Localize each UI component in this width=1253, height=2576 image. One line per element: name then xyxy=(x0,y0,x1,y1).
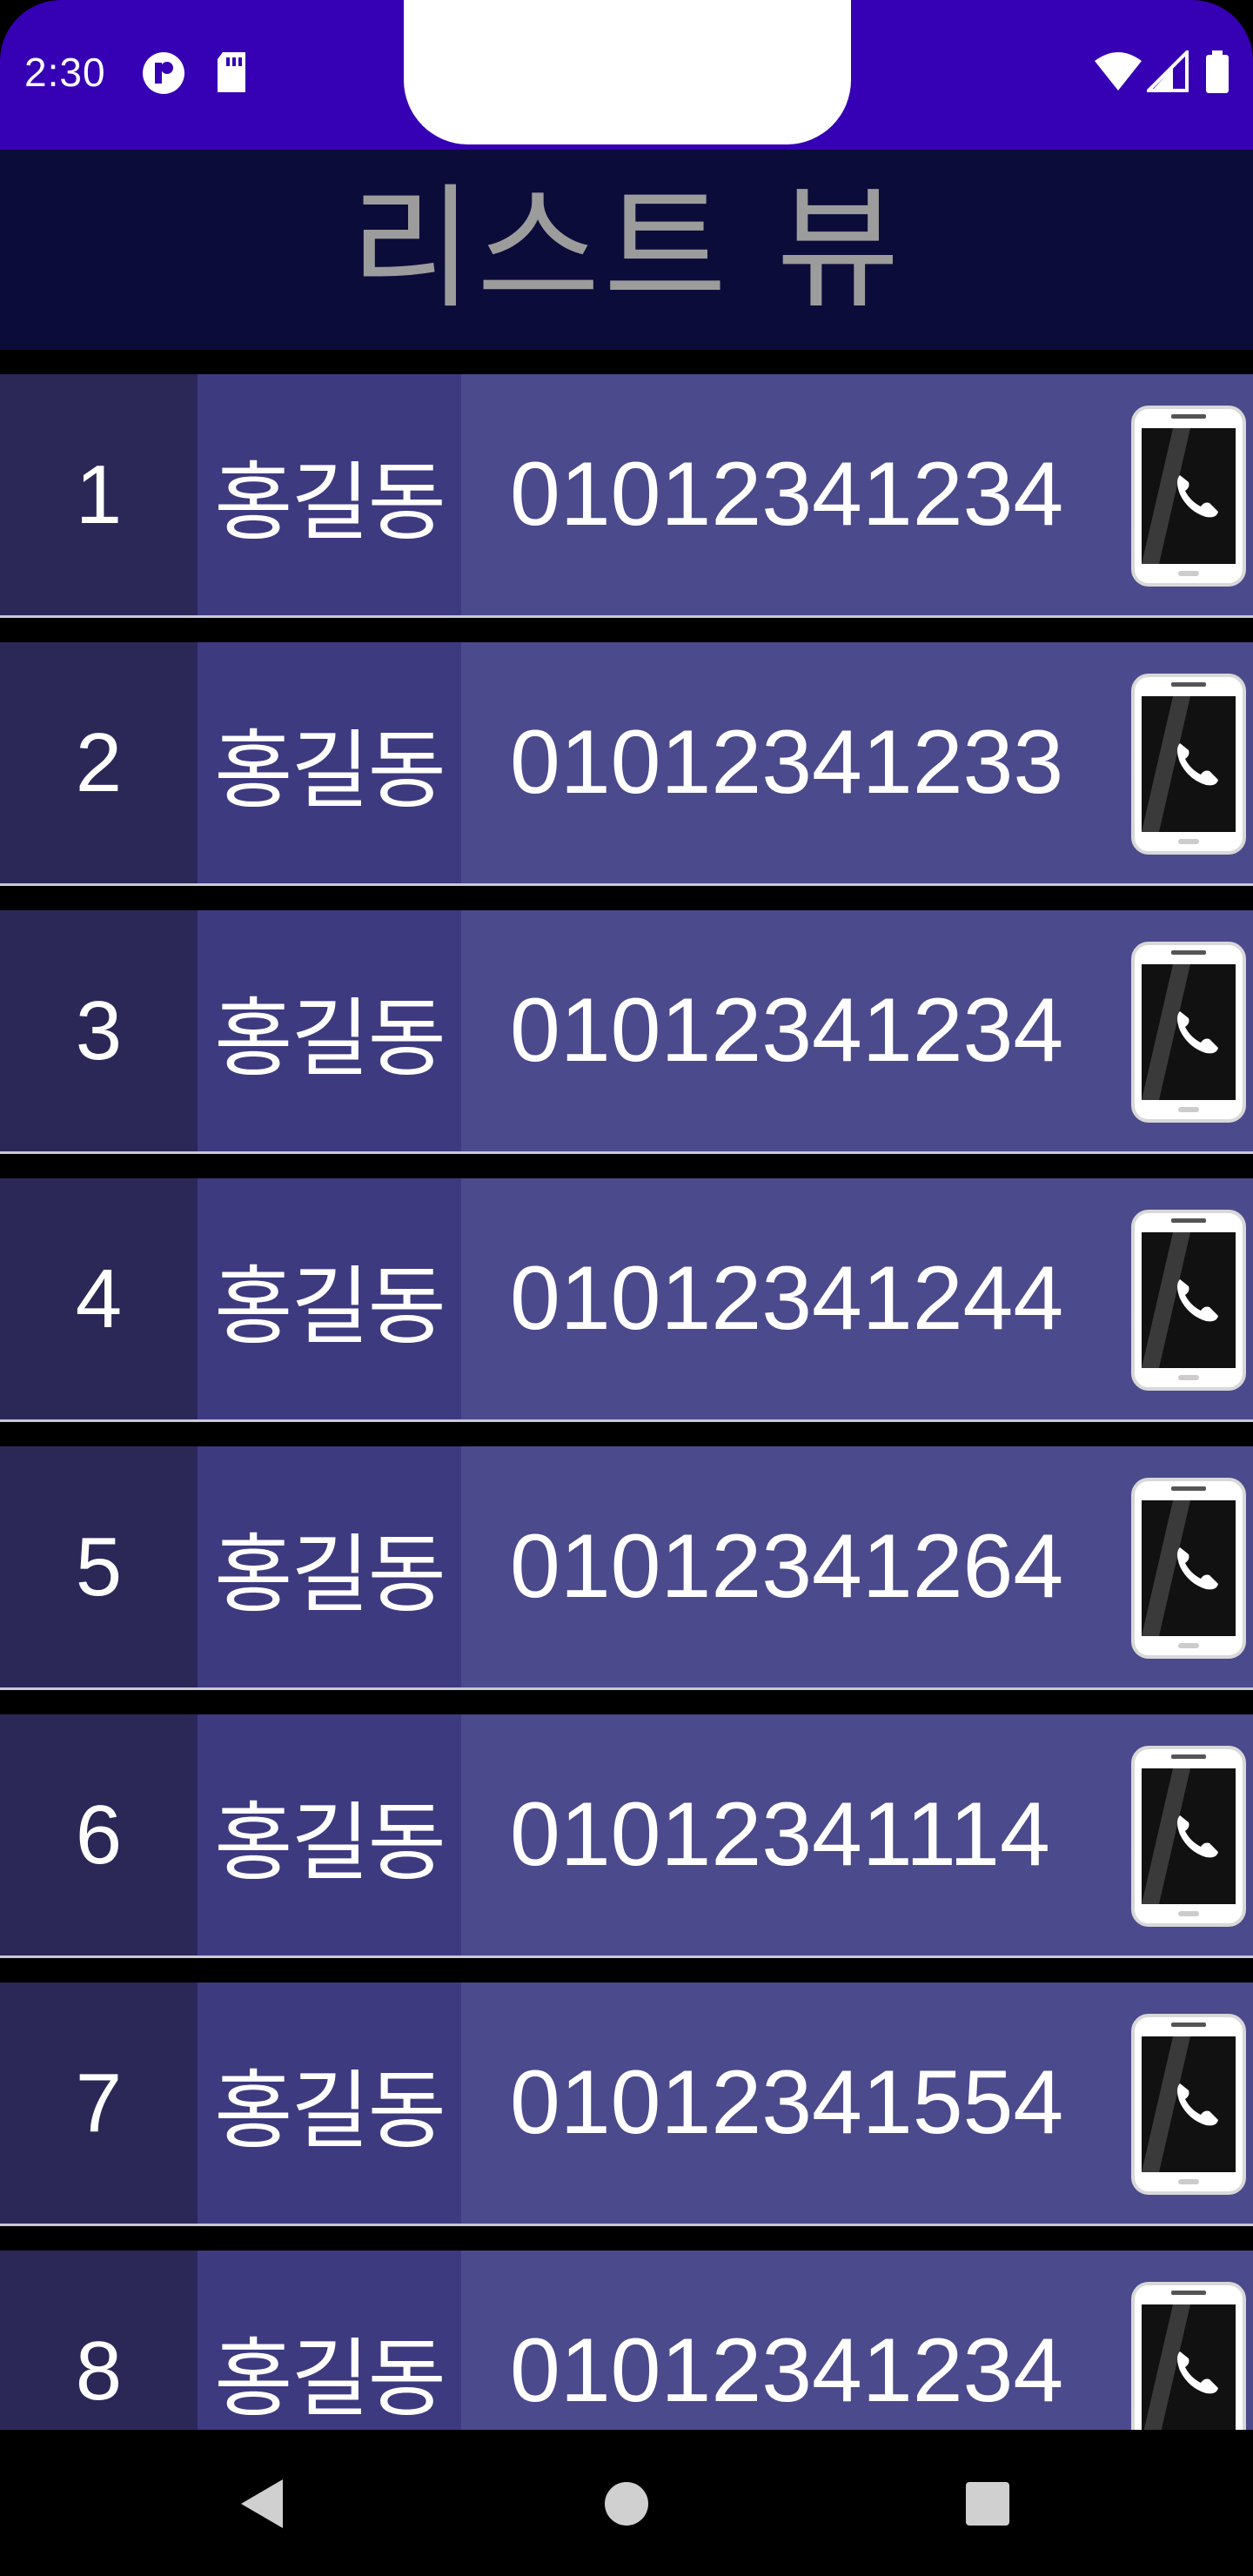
phone-icon[interactable] xyxy=(1129,940,1248,1124)
item-phone: 01012341554 xyxy=(510,2052,1064,2153)
battery-icon xyxy=(1206,50,1229,93)
item-name: 홍길동 xyxy=(198,1714,461,1955)
list-item[interactable]: 7 홍길동 01012341554 xyxy=(0,1982,1253,2226)
item-phone-cell: 01012341554 xyxy=(461,1982,1253,2224)
item-number: 6 xyxy=(0,1714,198,1955)
item-phone: 01012341234 xyxy=(510,980,1064,1081)
phone-icon[interactable] xyxy=(1129,404,1248,588)
recents-icon xyxy=(966,2482,1009,2526)
home-button[interactable] xyxy=(587,2465,666,2543)
list-item[interactable]: 6 홍길동 01012341114 xyxy=(0,1714,1253,1958)
item-number: 2 xyxy=(0,642,198,883)
phone-icon[interactable] xyxy=(1129,2012,1248,2197)
cell-signal-icon xyxy=(1147,50,1189,92)
navigation-bar xyxy=(0,2430,1253,2576)
item-phone-cell: 01012341114 xyxy=(461,1714,1253,1955)
item-name: 홍길동 xyxy=(198,1982,461,2224)
item-name: 홍길동 xyxy=(198,910,461,1151)
list-item[interactable]: 4 홍길동 01012341244 xyxy=(0,1178,1253,1422)
list-item[interactable]: 8 홍길동 01012341234 xyxy=(0,2251,1253,2430)
item-phone: 01012341264 xyxy=(510,1516,1064,1617)
list-item[interactable]: 5 홍길동 01012341264 xyxy=(0,1446,1253,1690)
item-number: 4 xyxy=(0,1178,198,1419)
item-name: 홍길동 xyxy=(198,374,461,615)
list-item[interactable]: 3 홍길동 01012341234 xyxy=(0,910,1253,1154)
item-number: 7 xyxy=(0,1982,198,2224)
item-phone: 01012341233 xyxy=(510,712,1064,813)
item-name: 홍길동 xyxy=(198,2251,461,2430)
item-name: 홍길동 xyxy=(198,642,461,883)
item-number: 5 xyxy=(0,1446,198,1687)
item-phone-cell: 01012341234 xyxy=(461,374,1253,615)
item-phone: 01012341234 xyxy=(510,2320,1064,2421)
item-number: 3 xyxy=(0,910,198,1151)
wifi-icon xyxy=(1095,52,1142,91)
phone-icon[interactable] xyxy=(1129,1476,1248,1660)
item-phone-cell: 01012341234 xyxy=(461,2251,1253,2430)
item-phone: 01012341114 xyxy=(510,1784,1050,1885)
item-phone-cell: 01012341244 xyxy=(461,1178,1253,1419)
item-name: 홍길동 xyxy=(198,1178,461,1419)
back-icon xyxy=(241,2479,283,2528)
item-phone-cell: 01012341233 xyxy=(461,642,1253,883)
item-number: 8 xyxy=(0,2251,198,2430)
page-title: 리스트 뷰 xyxy=(350,171,903,327)
item-name: 홍길동 xyxy=(198,1446,461,1687)
list-item[interactable]: 1 홍길동 01012341234 xyxy=(0,374,1253,618)
phone-icon[interactable] xyxy=(1129,1208,1248,1392)
item-phone-cell: 01012341264 xyxy=(461,1446,1253,1687)
recents-button[interactable] xyxy=(948,2465,1027,2543)
status-bar: 2:30 xyxy=(0,0,1253,150)
phone-icon[interactable] xyxy=(1129,672,1248,856)
status-time: 2:30 xyxy=(24,50,106,95)
phone-icon[interactable] xyxy=(1129,2280,1248,2430)
app-bar: 리스트 뷰 xyxy=(0,150,1253,350)
item-number: 1 xyxy=(0,374,198,615)
item-phone-cell: 01012341234 xyxy=(461,910,1253,1151)
back-button[interactable] xyxy=(223,2465,301,2543)
notification-icon xyxy=(143,52,184,94)
list-item[interactable]: 2 홍길동 01012341233 xyxy=(0,642,1253,886)
contact-list[interactable]: 1 홍길동 01012341234 2 홍길동 01012341233 3 홍길… xyxy=(0,350,1253,2430)
home-icon xyxy=(605,2482,648,2526)
item-phone: 01012341244 xyxy=(510,1248,1064,1349)
sd-card-icon xyxy=(218,52,245,92)
item-phone: 01012341234 xyxy=(510,444,1064,545)
camera-notch xyxy=(404,0,851,144)
phone-icon[interactable] xyxy=(1129,1744,1248,1929)
